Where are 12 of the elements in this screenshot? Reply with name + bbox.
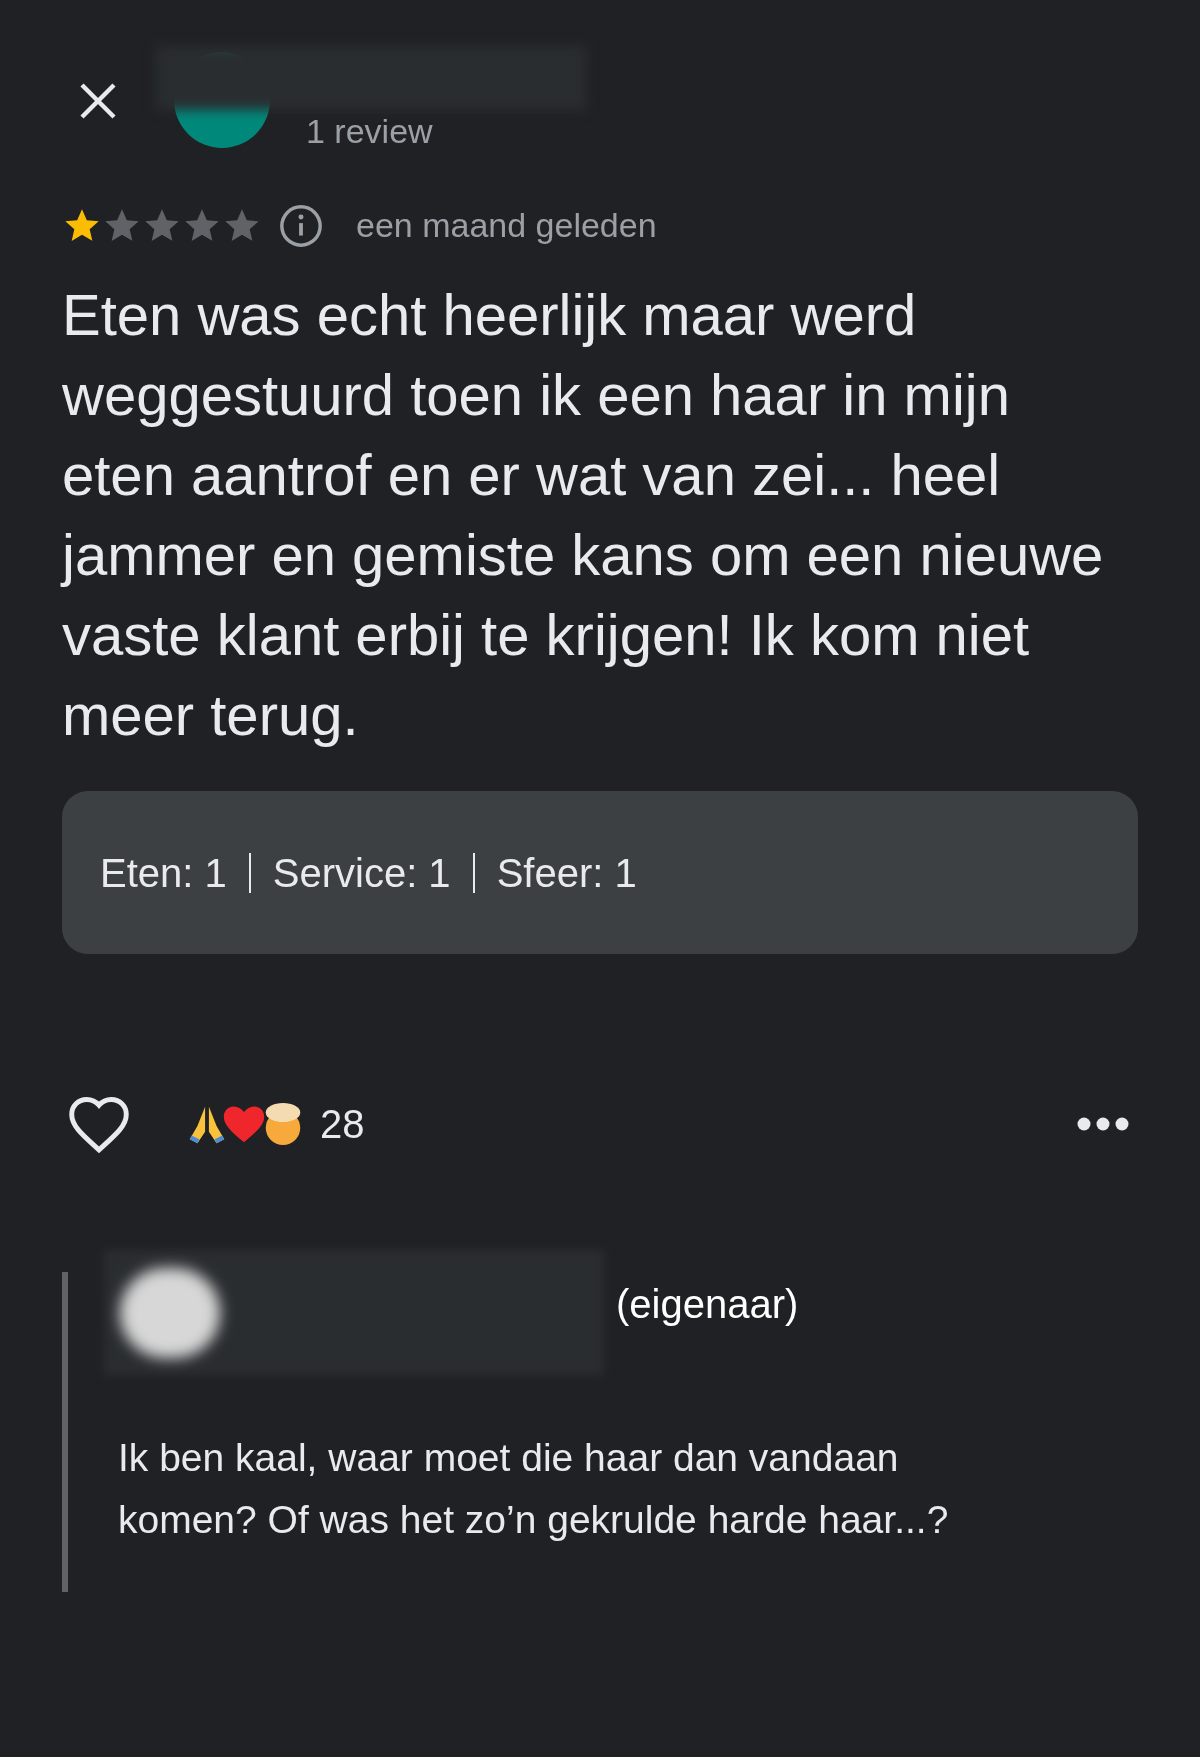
review-date: een maand geleden — [356, 205, 657, 246]
reaction-count: 28 — [320, 1101, 365, 1148]
review-count: 1 review — [306, 111, 433, 152]
rating-label: Sfeer: 1 — [496, 849, 637, 897]
more-icon[interactable] — [1076, 1116, 1130, 1132]
rating-label: Service: 1 — [272, 849, 451, 897]
rating-label: Eten: 1 — [100, 849, 227, 897]
info-icon[interactable] — [278, 202, 324, 249]
review-text: Eten was echt heerlijk maar werd weggestuurd toen ik een haar in mijn eten aantrof en er wat van zei... heel jammer en gemiste kans om een nieuwe vaste klant erbij te krijgen! Ik kom niet meer terug. — [62, 281, 1105, 749]
owner-label: (eigenaar) — [616, 1281, 799, 1328]
heart-icon[interactable] — [66, 1094, 132, 1154]
owner-reply-text: Ik ben kaal, waar moet die haar dan vandaan komen? Of was het zo’n gekrulde harde haar...? — [118, 1435, 950, 1543]
